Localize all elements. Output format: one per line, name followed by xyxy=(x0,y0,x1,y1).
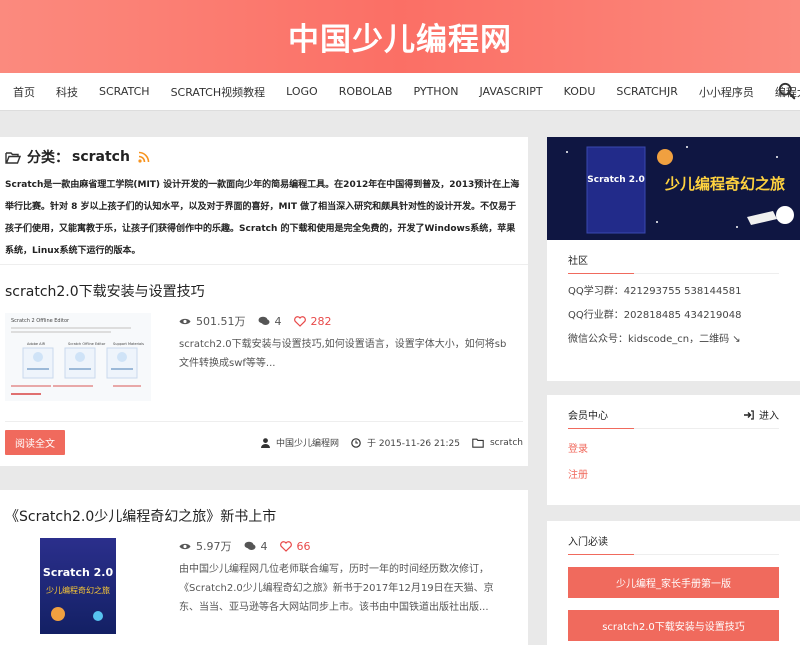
member-title: 会员中心 xyxy=(568,411,608,422)
post-footer-meta: 中国少儿编程网 于 2015-11-26 21:25 scratch xyxy=(249,436,523,449)
thumb-step-2: Scratch Offline Editor xyxy=(68,342,106,346)
read-more-button[interactable]: 阅读全文 xyxy=(5,430,65,455)
nav-item-kodu[interactable]: KODU xyxy=(564,85,596,98)
category-label: 分类： xyxy=(27,150,69,166)
comment-count: 4 xyxy=(274,314,282,328)
post-thumbnail[interactable]: Scratch 2.0 少儿编程奇幻之旅 xyxy=(5,538,151,634)
post-item: scratch2.0下载安装与设置技巧 Scratch 2 Offline Ed… xyxy=(0,265,528,466)
user-icon xyxy=(260,437,270,448)
post-date: 于 2015-11-26 21:25 xyxy=(351,436,460,449)
post-title[interactable]: scratch2.0下载安装与设置技巧 xyxy=(5,281,523,301)
qq-study-group: QQ学习群：421293755 538144581 xyxy=(568,286,742,297)
intro-title: 入门必读 xyxy=(568,537,608,548)
search-icon[interactable] xyxy=(778,82,796,100)
folder-open-icon xyxy=(5,151,21,164)
like-count: 282 xyxy=(310,314,332,328)
main-content: 分类： scratch Scratch是一款由麻省理工学院(MIT) 设计开发的… xyxy=(0,137,528,645)
like-count: 66 xyxy=(296,539,311,553)
widget-title: 入门必读 xyxy=(568,533,779,555)
nav-item-scratch[interactable]: SCRATCH xyxy=(99,85,150,98)
scratch-install-button[interactable]: scratch2.0下载安装与设置技巧 xyxy=(568,610,779,641)
post-meta: 5.97万 4 66 xyxy=(179,538,509,554)
post-category[interactable]: scratch xyxy=(472,438,523,448)
rss-icon[interactable] xyxy=(138,151,150,163)
book-banner[interactable]: Scratch 2.0 少儿编程奇幻之旅 xyxy=(547,137,800,240)
parent-handbook-button[interactable]: 少儿编程_家长手册第一版 xyxy=(568,567,779,598)
view-count: 501.51万 xyxy=(196,315,246,328)
comments-icon xyxy=(258,316,269,325)
book-cover-image: Scratch 2.0 少儿编程奇幻之旅 xyxy=(40,538,116,634)
post-excerpt: scratch2.0下载安装与设置技巧,如何设置语言，设置字体大小，如何将sb文… xyxy=(179,339,507,369)
book-title-text: Scratch 2.0 xyxy=(43,566,114,579)
community-title: 社区 xyxy=(568,256,588,267)
banner-brand: Scratch 2.0 xyxy=(587,175,644,185)
post-title[interactable]: 《Scratch2.0少儿编程奇幻之旅》新书上市 xyxy=(5,506,523,526)
register-link[interactable]: 注册 xyxy=(568,466,779,481)
widget-title: 会员中心 进入 xyxy=(568,407,779,429)
nav-item-robolab[interactable]: ROBOLAB xyxy=(339,85,393,98)
post-excerpt: 由中国少儿编程网几位老师联合编写，历时一年的时间经历数次修订，《Scratch2… xyxy=(179,564,494,613)
main-nav: 首页 科技 SCRATCH SCRATCH视频教程 LOGO ROBOLAB P… xyxy=(0,73,800,111)
comments[interactable]: 4 xyxy=(244,540,268,553)
comments[interactable]: 4 xyxy=(258,315,282,328)
heart-icon xyxy=(293,315,306,327)
intro-widget: 入门必读 少儿编程_家长手册第一版 scratch2.0下载安装与设置技巧 xyxy=(547,521,800,645)
likes[interactable]: 66 xyxy=(279,539,311,553)
sidebar: Scratch 2.0 少儿编程奇幻之旅 社区 QQ学习群：421293755 … xyxy=(547,137,800,645)
wechat-account[interactable]: 微信公众号：kidscode_cn，二维码 ↘ xyxy=(568,333,779,346)
post-meta: 501.51万 4 282 xyxy=(179,313,509,329)
comment-count: 4 xyxy=(260,539,268,553)
view-count: 5.97万 xyxy=(196,540,232,553)
nav-item-tech[interactable]: 科技 xyxy=(56,84,78,100)
sign-in-icon xyxy=(744,409,754,420)
category-description: Scratch是一款由麻省理工学院(MIT) 设计开发的一款面向少年的简易编程工… xyxy=(5,180,520,256)
category-box: 分类： scratch Scratch是一款由麻省理工学院(MIT) 设计开发的… xyxy=(0,137,528,265)
category-link: scratch xyxy=(489,437,523,448)
qq-industry-group: QQ行业群：202818485 434219048 xyxy=(568,310,742,321)
nav-item-logo[interactable]: LOGO xyxy=(286,85,318,98)
nav-item-scratch-video[interactable]: SCRATCH视频教程 xyxy=(171,84,266,100)
community-widget: 社区 QQ学习群：421293755 538144581 QQ行业群：20281… xyxy=(547,240,800,381)
site-header: 中国少儿编程网 xyxy=(0,0,800,73)
eye-icon xyxy=(179,543,191,549)
folder-icon xyxy=(472,438,484,448)
enter-label: 进入 xyxy=(759,411,779,422)
likes[interactable]: 282 xyxy=(293,314,332,328)
date-text: 于 2015-11-26 21:25 xyxy=(366,439,460,449)
nav-item-scratchjr[interactable]: SCRATCHJR xyxy=(616,85,677,98)
thumb-title: Scratch 2 Offline Editor xyxy=(11,318,70,324)
member-widget: 会员中心 进入 登录 注册 xyxy=(547,395,800,505)
book-sub-text: 少儿编程奇幻之旅 xyxy=(46,585,110,595)
post-thumbnail[interactable]: Scratch 2 Offline Editor Adobe AIR Scrat… xyxy=(5,313,151,401)
nav-item-home[interactable]: 首页 xyxy=(13,84,35,100)
views: 501.51万 xyxy=(179,313,246,329)
comments-icon xyxy=(244,541,255,550)
category-name: scratch xyxy=(72,149,130,165)
login-link[interactable]: 登录 xyxy=(568,440,779,455)
widget-title: 社区 xyxy=(568,252,779,274)
enter-link[interactable]: 进入 xyxy=(744,407,779,422)
banner-art: Scratch 2.0 少儿编程奇幻之旅 xyxy=(547,137,800,240)
eye-icon xyxy=(179,318,191,324)
author-name: 中国少儿编程网 xyxy=(275,439,339,449)
nav-item-little-programmer[interactable]: 小小程序员 xyxy=(699,84,754,100)
heart-icon xyxy=(279,540,292,552)
thumb-step-3: Support Materials xyxy=(113,342,144,346)
banner-slogan: 少儿编程奇幻之旅 xyxy=(664,175,785,193)
clock-icon xyxy=(351,437,361,448)
thumb-step-1: Adobe AIR xyxy=(27,342,46,346)
nav-item-javascript[interactable]: JAVASCRIPT xyxy=(479,85,542,98)
category-heading: 分类： scratch xyxy=(5,147,523,167)
views: 5.97万 xyxy=(179,538,232,554)
author[interactable]: 中国少儿编程网 xyxy=(260,436,339,449)
post-item: 《Scratch2.0少儿编程奇幻之旅》新书上市 Scratch 2.0 少儿编… xyxy=(0,490,528,645)
nav-item-python[interactable]: PYTHON xyxy=(413,85,458,98)
site-title[interactable]: 中国少儿编程网 xyxy=(288,14,512,59)
